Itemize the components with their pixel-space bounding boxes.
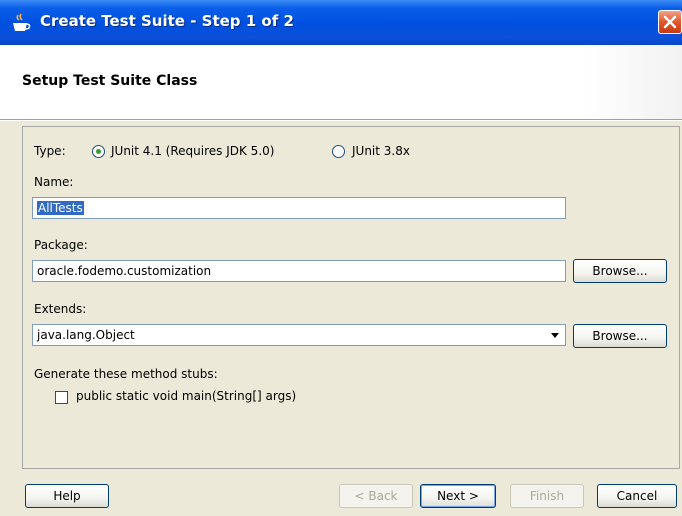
header-divider-highlight (0, 120, 682, 121)
main-stub-label[interactable]: public static void main(String[] args) (76, 389, 296, 403)
extends-combo[interactable]: java.lang.Object (32, 324, 566, 346)
junit38-radio[interactable] (332, 145, 345, 158)
junit41-label[interactable]: JUnit 4.1 (Requires JDK 5.0) (111, 144, 274, 158)
package-label: Package: (34, 238, 88, 252)
header-decoration (582, 45, 682, 119)
close-button[interactable] (658, 10, 682, 34)
finish-button[interactable]: Finish (510, 484, 584, 508)
help-button[interactable]: Help (25, 484, 109, 508)
extends-browse-button[interactable]: Browse... (573, 324, 667, 348)
next-button[interactable]: Next > (420, 484, 496, 508)
page-title: Setup Test Suite Class (22, 73, 198, 89)
name-input[interactable]: AllTests (32, 197, 566, 219)
content-panel: Type: JUnit 4.1 (Requires JDK 5.0) JUnit… (22, 126, 680, 469)
java-cup-icon (10, 13, 32, 33)
package-input[interactable]: oracle.fodemo.customization (32, 260, 566, 282)
junit38-label[interactable]: JUnit 3.8x (352, 144, 410, 158)
main-stub-checkbox[interactable] (55, 391, 68, 404)
name-label: Name: (34, 175, 74, 189)
chevron-down-icon[interactable] (551, 333, 559, 338)
cancel-button[interactable]: Cancel (597, 484, 677, 508)
extends-label: Extends: (34, 302, 87, 316)
create-test-suite-dialog: Create Test Suite - Step 1 of 2 Setup Te… (0, 0, 682, 516)
wizard-header: Setup Test Suite Class (0, 45, 682, 119)
package-browse-button[interactable]: Browse... (573, 259, 667, 283)
package-value: oracle.fodemo.customization (37, 264, 212, 278)
extends-value: java.lang.Object (37, 328, 135, 342)
stubs-label: Generate these method stubs: (34, 367, 218, 381)
window-title: Create Test Suite - Step 1 of 2 (40, 12, 294, 30)
close-icon (663, 15, 677, 29)
back-button[interactable]: < Back (339, 484, 413, 508)
type-label: Type: (34, 144, 66, 158)
name-value: AllTests (37, 201, 84, 215)
title-bar[interactable]: Create Test Suite - Step 1 of 2 (0, 0, 682, 45)
junit41-radio[interactable] (92, 145, 105, 158)
